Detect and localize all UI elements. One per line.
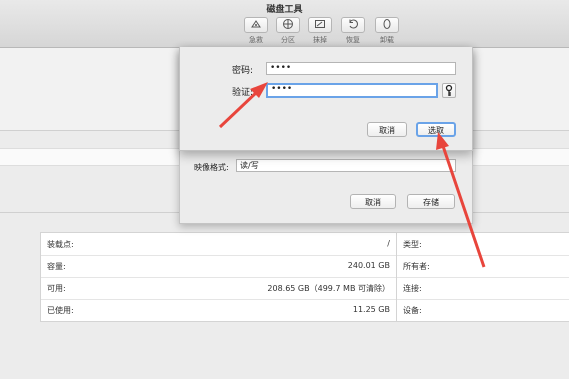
- info-key: 所有者:: [403, 262, 430, 271]
- volume-info-right: 类型: 所有者: 连接: 设备:: [396, 232, 569, 322]
- password-dialog: 密码: •••• 验证: •••• 取消 选取: [179, 47, 473, 151]
- image-format-value: 读/写: [240, 161, 259, 170]
- info-value: 11.25 GB: [352, 305, 390, 314]
- window-titlebar: 磁盘工具 急救 分区 抹掉 恢复 卸载: [0, 0, 569, 48]
- sheet-save-button[interactable]: 存储: [407, 194, 455, 209]
- password-value: ••••: [270, 63, 292, 73]
- toolbar-first-aid-label: 急救: [249, 36, 263, 44]
- info-row-type: 类型:: [397, 233, 569, 256]
- info-key: 连接:: [403, 284, 422, 293]
- first-aid-icon: [250, 19, 262, 31]
- toolbar-first-aid-button[interactable]: 急救: [244, 17, 268, 45]
- info-row-capacity: 容量: 240.01 GB: [41, 255, 396, 278]
- toolbar-partition-button[interactable]: 分区: [276, 17, 300, 45]
- image-format-select[interactable]: 读/写: [236, 159, 456, 172]
- key-icon: [443, 84, 455, 99]
- partition-icon: [282, 18, 294, 32]
- password-label: 密码:: [232, 66, 254, 76]
- info-value: /: [387, 239, 390, 248]
- erase-icon: [314, 19, 326, 31]
- sheet-cancel-button[interactable]: 取消: [350, 194, 396, 209]
- info-key: 可用:: [47, 284, 66, 293]
- info-key: 容量:: [47, 262, 66, 271]
- info-key: 设备:: [403, 306, 422, 315]
- info-key: 装载点:: [47, 240, 74, 249]
- restore-icon: [347, 18, 359, 32]
- verify-value: ••••: [271, 84, 293, 94]
- password-field[interactable]: ••••: [266, 62, 456, 75]
- info-row-used: 已使用: 11.25 GB: [41, 299, 396, 321]
- info-row-connection: 连接:: [397, 277, 569, 300]
- unmount-icon: [382, 18, 392, 32]
- toolbar-partition-label: 分区: [281, 36, 295, 44]
- info-key: 已使用:: [47, 306, 74, 315]
- window-title: 磁盘工具: [266, 5, 303, 15]
- toolbar-erase-button[interactable]: 抹掉: [308, 17, 332, 45]
- toolbar-restore-label: 恢复: [346, 36, 360, 44]
- toolbar-restore-button[interactable]: 恢复: [341, 17, 365, 45]
- password-assistant-button[interactable]: [442, 83, 456, 98]
- info-row-device: 设备:: [397, 299, 569, 321]
- image-format-label: 映像格式:: [194, 163, 229, 172]
- info-key: 类型:: [403, 240, 422, 249]
- info-row-available: 可用: 208.65 GB（499.7 MB 可清除）: [41, 277, 396, 300]
- info-row-mount-point: 装载点: /: [41, 233, 396, 256]
- info-value: 240.01 GB: [347, 261, 390, 270]
- verify-label: 验证:: [232, 88, 254, 98]
- verify-field[interactable]: ••••: [266, 83, 438, 98]
- info-value: 208.65 GB（499.7 MB 可清除）: [267, 284, 390, 293]
- toolbar-unmount-label: 卸载: [380, 36, 394, 44]
- info-row-owners: 所有者:: [397, 255, 569, 278]
- toolbar-unmount-button[interactable]: 卸载: [375, 17, 399, 45]
- password-choose-button[interactable]: 选取: [416, 122, 456, 137]
- password-cancel-button[interactable]: 取消: [367, 122, 407, 137]
- volume-info-left: 装载点: / 容量: 240.01 GB 可用: 208.65 GB（499.7…: [40, 232, 397, 322]
- toolbar-erase-label: 抹掉: [313, 36, 327, 44]
